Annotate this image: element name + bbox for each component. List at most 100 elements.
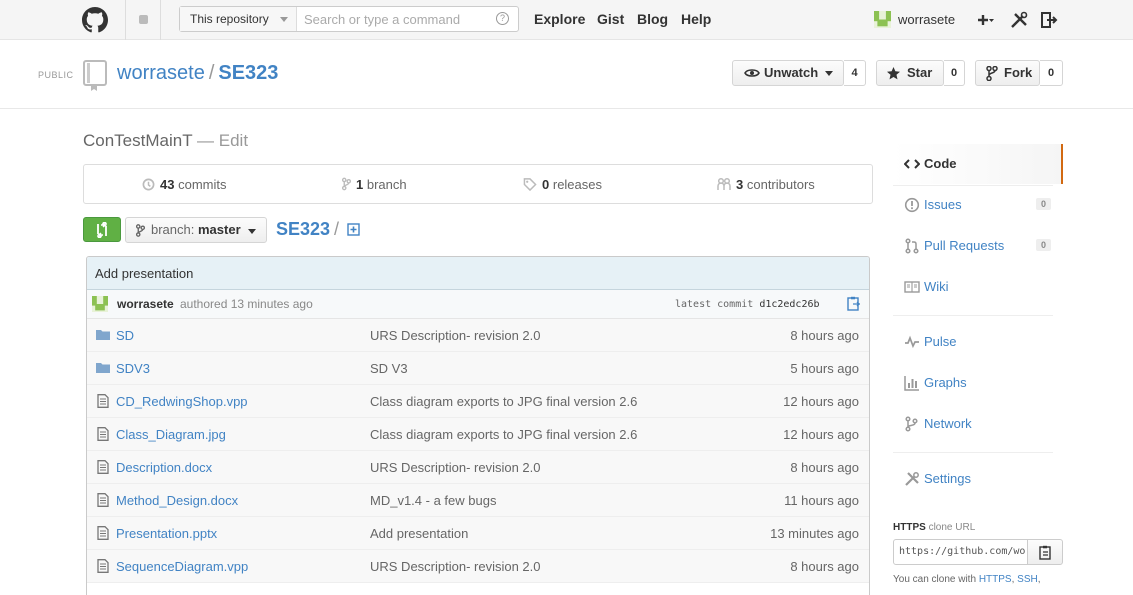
- branch-selector[interactable]: branch: master: [125, 217, 267, 243]
- commit-author[interactable]: worrasete: [117, 297, 174, 311]
- releases-link[interactable]: 0 releases: [523, 177, 602, 192]
- sidebar-item-graphs[interactable]: Graphs: [893, 363, 1063, 403]
- file-text-icon: [97, 526, 109, 540]
- network-icon: [905, 416, 918, 432]
- file-name-link[interactable]: SequenceDiagram.vpp: [116, 559, 248, 574]
- sidebar-item-pulse[interactable]: Pulse: [893, 322, 1063, 362]
- unwatch-button[interactable]: Unwatch: [732, 60, 844, 86]
- sidebar-item-wiki[interactable]: Wiki: [893, 267, 1063, 307]
- star-icon: [887, 67, 900, 80]
- file-commit-message-link[interactable]: URS Description- revision 2.0: [370, 559, 541, 574]
- branches-count: 1: [356, 177, 364, 192]
- edit-description-link[interactable]: — Edit: [197, 131, 248, 150]
- file-row: CD_RedwingShop.vpp Class diagram exports …: [87, 385, 869, 418]
- copy-clone-url-button[interactable]: [1027, 539, 1063, 565]
- file-commit-message-link[interactable]: Add presentation: [370, 526, 468, 541]
- commits-count: 43: [160, 177, 175, 192]
- chevron-down-icon: [280, 17, 288, 22]
- contributors-count: 3: [736, 177, 744, 192]
- sidebar-item-settings[interactable]: Settings: [893, 459, 1063, 499]
- file-commit-message-link[interactable]: MD_v1.4 - a few bugs: [370, 493, 496, 508]
- file-text-icon: [97, 559, 109, 573]
- file-list: SD URS Description- revision 2.0 8 hours a…: [87, 319, 869, 583]
- chevron-down-icon: [248, 229, 256, 234]
- clone-https-link[interactable]: HTTPS: [979, 574, 1012, 585]
- plus-create-icon[interactable]: [974, 10, 994, 30]
- nav-explore[interactable]: Explore: [534, 11, 585, 27]
- avatar: [92, 296, 108, 312]
- sidebar-divider: [893, 452, 1053, 453]
- file-row: SDV3 SD V3 5 hours ago: [87, 352, 869, 385]
- file-age: 8 hours ago: [790, 559, 859, 574]
- repo-icon: [83, 60, 107, 91]
- description-text: ConTestMainT: [83, 131, 193, 150]
- file-age: 12 hours ago: [783, 394, 859, 409]
- file-name-link[interactable]: SDV3: [116, 361, 150, 376]
- breadcrumb-repo-link[interactable]: SE323: [276, 219, 330, 239]
- star-button[interactable]: Star: [876, 60, 944, 86]
- file-commit-message-link[interactable]: Class diagram exports to JPG final versi…: [370, 394, 637, 409]
- file-commit-message-link[interactable]: URS Description- revision 2.0: [370, 460, 541, 475]
- notifications-button[interactable]: [125, 0, 161, 40]
- commit-sha-link[interactable]: d1c2edc26b: [759, 299, 819, 310]
- file-navigation-table: Add presentation worrasete authored 13 m…: [86, 256, 870, 595]
- clone-ssh-link[interactable]: SSH: [1017, 574, 1038, 585]
- search-scope-label: This repository: [190, 12, 269, 26]
- graph-icon: [904, 376, 919, 391]
- commits-link[interactable]: 43 commits: [142, 177, 226, 192]
- sidebar-item-label: Network: [924, 416, 972, 431]
- new-file-icon[interactable]: [347, 223, 360, 236]
- latest-commit-message[interactable]: Add presentation: [87, 257, 869, 290]
- sign-out-icon[interactable]: [1039, 10, 1059, 30]
- fork-label: Fork: [1004, 65, 1033, 80]
- nav-blog[interactable]: Blog: [637, 11, 668, 27]
- search-input[interactable]: [298, 7, 488, 31]
- contributors-link[interactable]: 3 contributors: [717, 177, 815, 192]
- sidebar-item-issues[interactable]: Issues 0: [893, 185, 1063, 225]
- file-text-icon: [97, 394, 109, 408]
- sidebar-item-network[interactable]: Network: [893, 404, 1063, 444]
- repo-name-link[interactable]: SE323: [218, 62, 278, 84]
- file-name-link[interactable]: Presentation.pptx: [116, 526, 217, 541]
- file-name-link[interactable]: SD: [116, 328, 134, 343]
- commits-label: commits: [178, 177, 227, 192]
- file-commit-message-link[interactable]: SD V3: [370, 361, 408, 376]
- pull-request-icon: [905, 238, 919, 254]
- settings-tools-icon[interactable]: [1009, 10, 1029, 30]
- clipboard-icon[interactable]: [847, 296, 861, 312]
- fork-icon: [986, 66, 998, 81]
- fork-count[interactable]: 0: [1040, 60, 1063, 86]
- clone-hint-text: You can clone with: [893, 574, 977, 585]
- watch-count[interactable]: 4: [844, 60, 866, 86]
- compare-icon: [97, 222, 107, 238]
- sidebar-item-pull-requests[interactable]: Pull Requests 0: [893, 226, 1063, 266]
- compare-button[interactable]: [83, 217, 121, 242]
- sidebar-item-code[interactable]: Code: [893, 144, 1063, 184]
- nav-gist[interactable]: Gist: [597, 11, 624, 27]
- star-count[interactable]: 0: [944, 60, 965, 86]
- repo-owner-link[interactable]: worrasete: [117, 62, 205, 84]
- file-name-link[interactable]: CD_RedwingShop.vpp: [116, 394, 248, 409]
- search-scope-dropdown[interactable]: This repository: [180, 7, 297, 31]
- clipboard-icon: [1039, 545, 1051, 560]
- repo-stats-bar: 43 commits 1 branch 0 releases 3 contrib…: [83, 164, 873, 204]
- file-name-link[interactable]: Class_Diagram.jpg: [116, 427, 226, 442]
- search-box: This repository ?: [179, 6, 519, 32]
- help-icon[interactable]: ?: [496, 12, 509, 25]
- eye-icon: [744, 69, 760, 77]
- unwatch-label: Unwatch: [764, 65, 819, 80]
- github-logo-icon[interactable]: [82, 7, 108, 33]
- releases-label: releases: [552, 177, 602, 192]
- sidebar-item-label: Graphs: [924, 375, 967, 390]
- issue-icon: [904, 197, 920, 213]
- notification-dot-icon: [139, 15, 148, 24]
- file-commit-message-link[interactable]: URS Description- revision 2.0: [370, 328, 541, 343]
- branches-link[interactable]: 1 branch: [341, 177, 407, 192]
- file-commit-message-link[interactable]: Class diagram exports to JPG final versi…: [370, 427, 637, 442]
- nav-help[interactable]: Help: [681, 11, 711, 27]
- clone-url-input[interactable]: https://github.com/worrasete/SE323.git: [893, 539, 1028, 565]
- file-name-link[interactable]: Method_Design.docx: [116, 493, 238, 508]
- file-name-link[interactable]: Description.docx: [116, 460, 212, 475]
- fork-button[interactable]: Fork: [975, 60, 1040, 86]
- repo-description: ConTestMainT — Edit: [83, 131, 248, 151]
